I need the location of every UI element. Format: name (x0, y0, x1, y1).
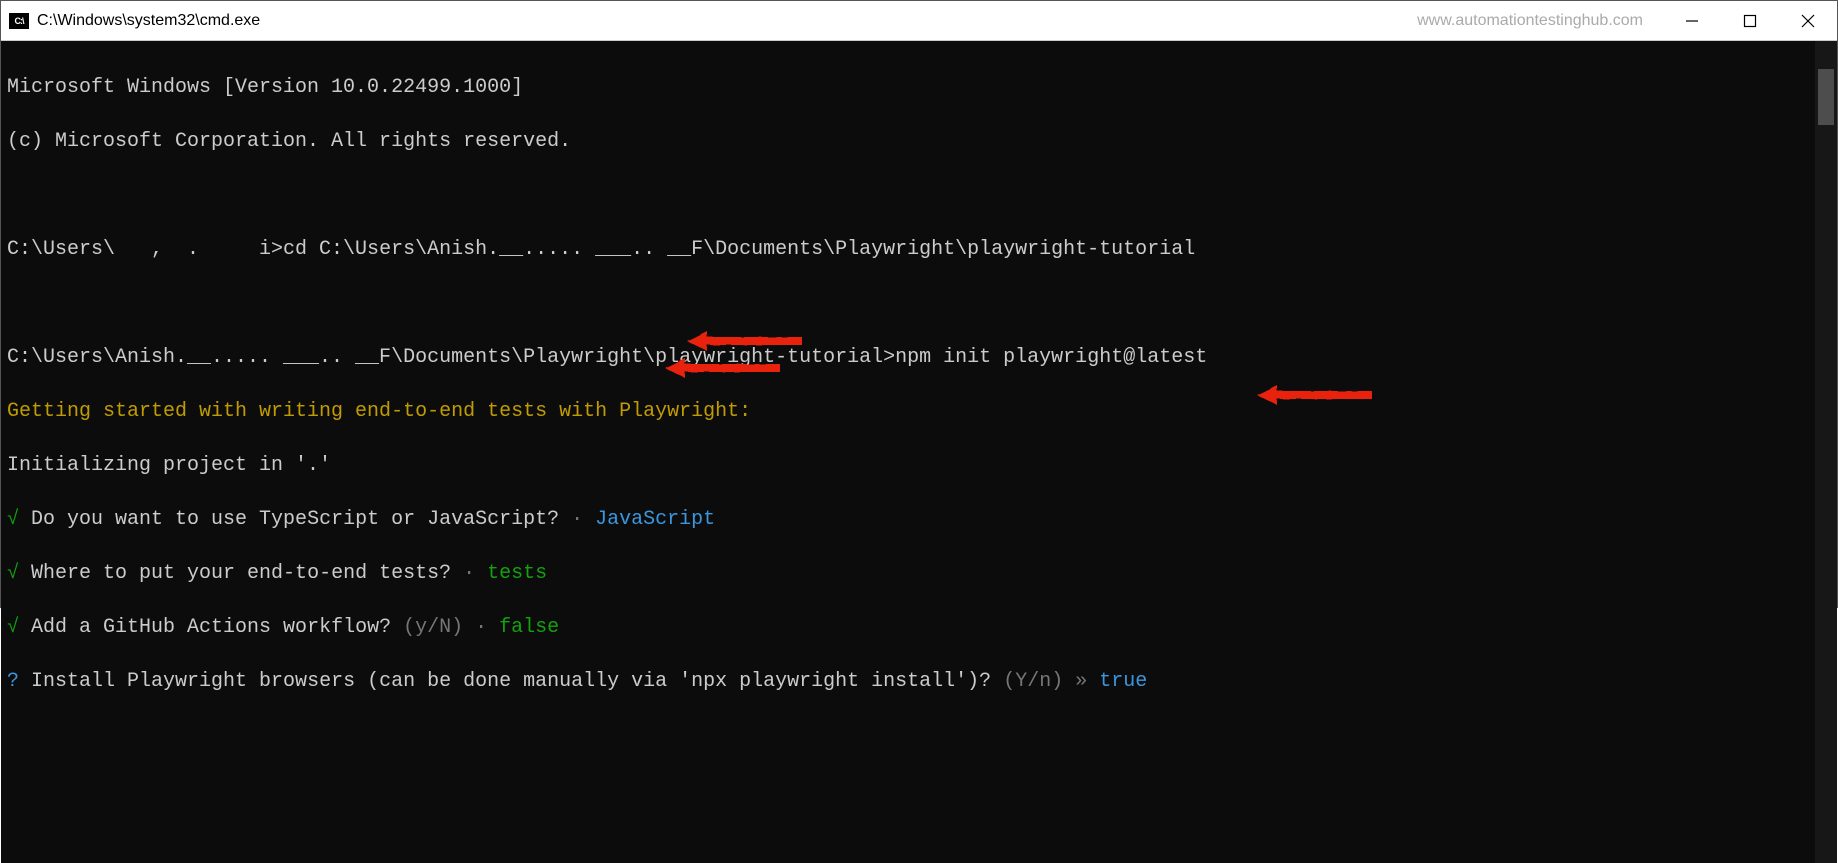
blank-line (7, 290, 1807, 317)
close-button[interactable] (1779, 1, 1837, 41)
terminal-wrapper: Microsoft Windows [Version 10.0.22499.10… (1, 41, 1837, 863)
minimize-button[interactable] (1663, 1, 1721, 41)
header-line: Microsoft Windows [Version 10.0.22499.10… (7, 74, 1807, 101)
cmd-icon: C:\ (9, 13, 29, 29)
question-line-tests: √ Where to put your end-to-end tests? · … (7, 560, 1807, 587)
copyright-line: (c) Microsoft Corporation. All rights re… (7, 128, 1807, 155)
window-title: C:\Windows\system32\cmd.exe (37, 12, 260, 30)
window-controls (1663, 1, 1837, 41)
prompt-line: C:\Users\ , . i>cd C:\Users\Anish.__....… (7, 236, 1807, 263)
scrollbar[interactable] (1815, 41, 1837, 863)
question-line-typescript: √ Do you want to use TypeScript or JavaS… (7, 506, 1807, 533)
initializing-line: Initializing project in '.' (7, 452, 1807, 479)
getting-started-line: Getting started with writing end-to-end … (7, 398, 1807, 425)
cmd-window: C:\ C:\Windows\system32\cmd.exe www.auto… (0, 0, 1838, 608)
question-line-browsers: ? Install Playwright browsers (can be do… (7, 668, 1807, 695)
scrollbar-thumb[interactable] (1818, 69, 1834, 125)
terminal[interactable]: Microsoft Windows [Version 10.0.22499.10… (1, 41, 1815, 863)
titlebar[interactable]: C:\ C:\Windows\system32\cmd.exe www.auto… (1, 1, 1837, 41)
blank-line (7, 182, 1807, 209)
watermark-text: www.automationtestinghub.com (1417, 12, 1643, 30)
question-line-github: √ Add a GitHub Actions workflow? (y/N) ·… (7, 614, 1807, 641)
maximize-button[interactable] (1721, 1, 1779, 41)
prompt-line: C:\Users\Anish.__..... ___.. __F\Documen… (7, 344, 1807, 371)
